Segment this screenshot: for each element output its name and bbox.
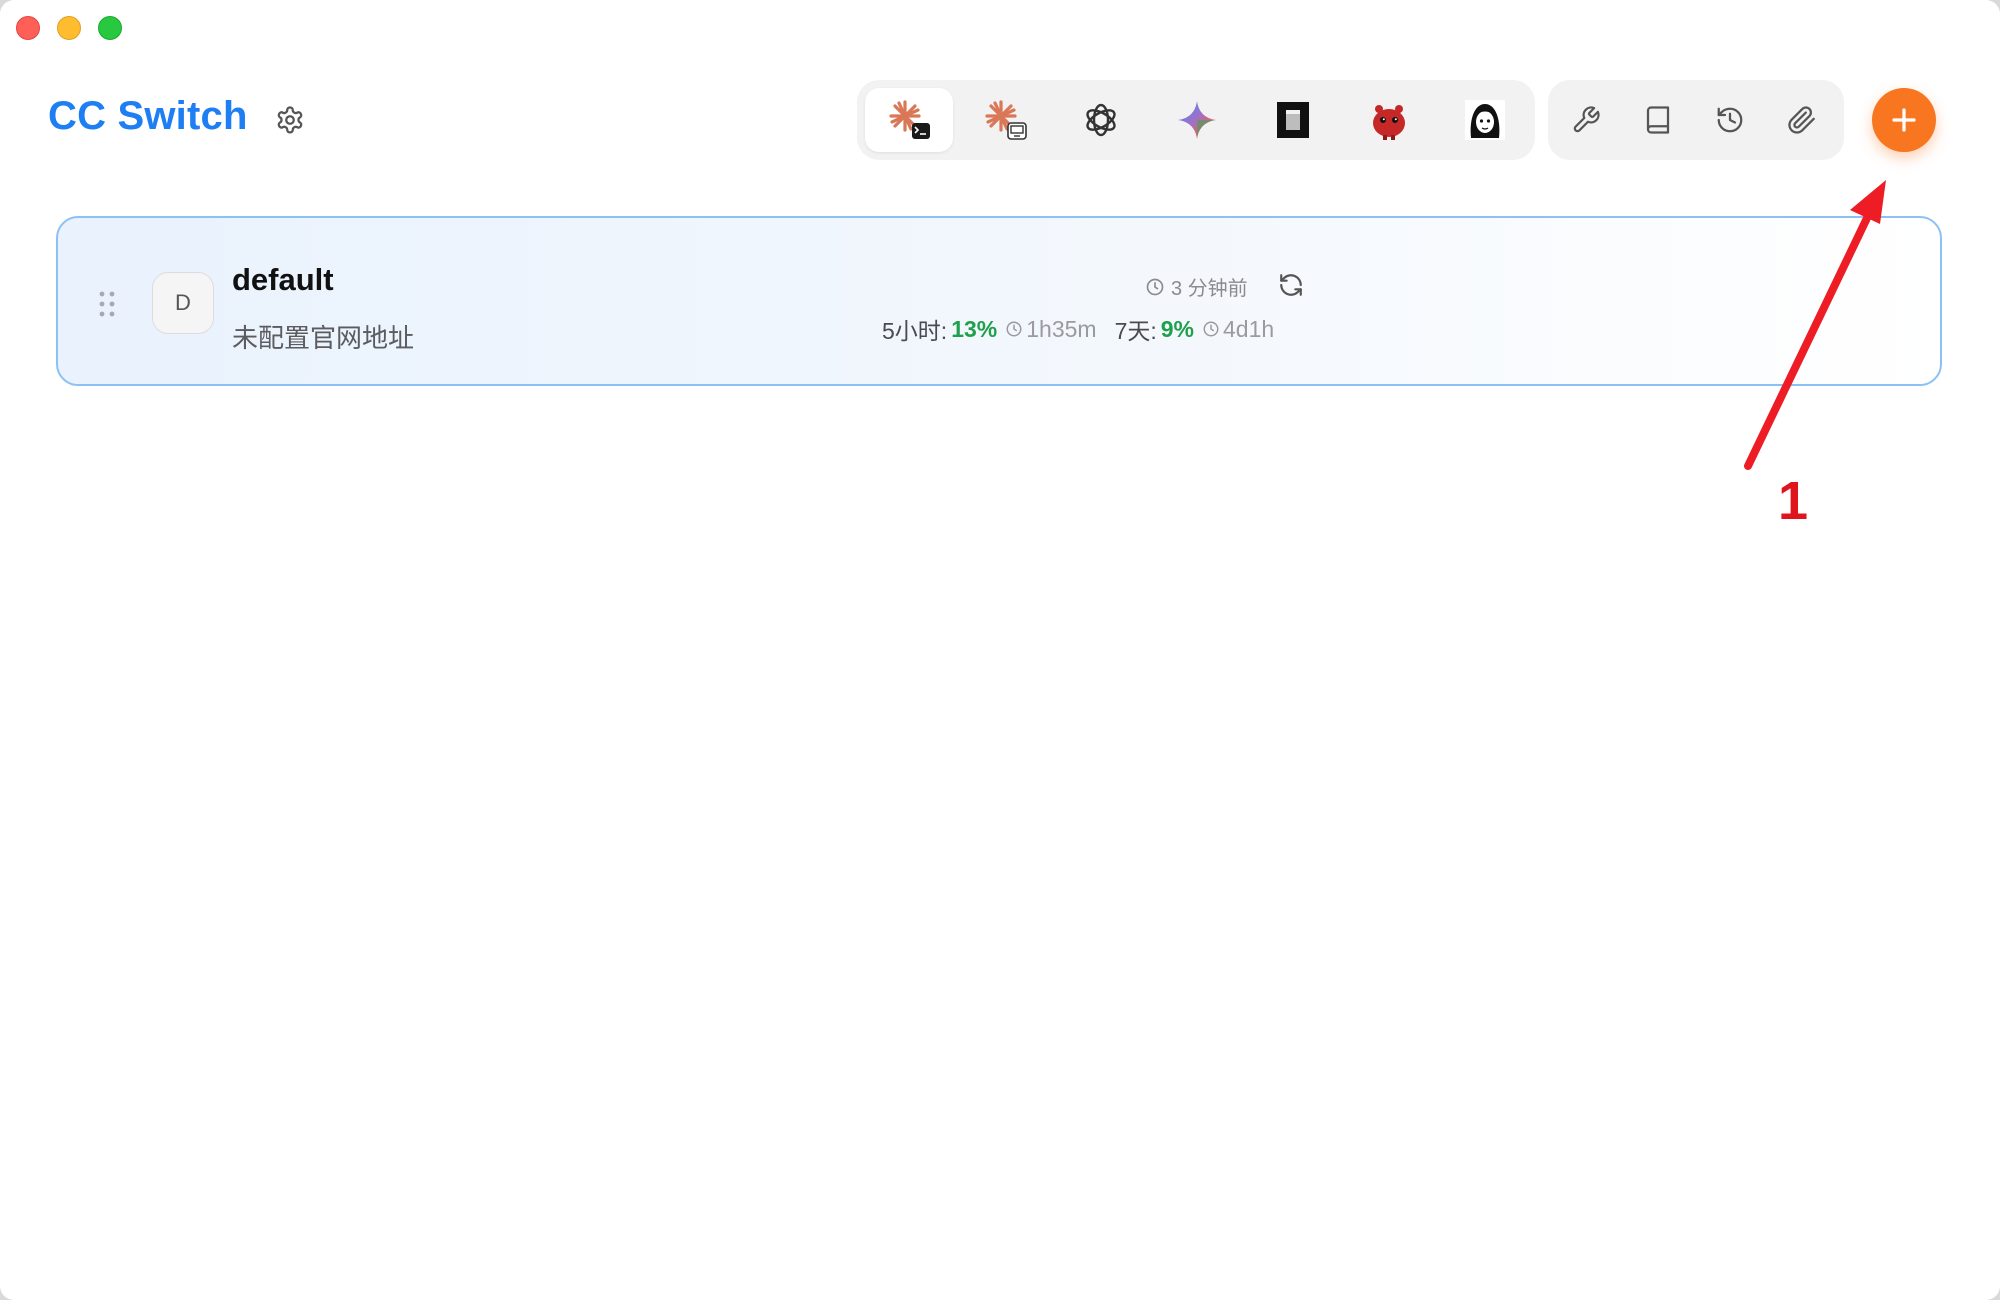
five-hour-percent: 13% [951,315,998,342]
avatar-girl-icon [1465,100,1505,140]
usage-summary: 5小时: 13% 1h35m 7天: 9% 4d1h [882,312,1274,346]
seven-day-reset: 4d1h [1202,316,1274,343]
five-hour-reset-text: 1h35m [1026,315,1097,342]
minimize-window-button[interactable] [57,16,81,40]
terminal-app-icon [1277,102,1309,138]
history-button[interactable] [1706,96,1754,144]
provider-website: 未配置官网地址 [232,323,415,353]
paperclip-icon [1788,106,1815,134]
provider-avatar: D [152,272,214,334]
app-tab-terminal[interactable] [1249,88,1337,152]
clock-icon [1203,321,1219,337]
claude-code-icon [889,100,930,139]
gemini-icon [1178,101,1216,139]
app-tab-openai[interactable] [1057,88,1145,152]
docs-button[interactable] [1634,96,1682,144]
openai-icon [1086,103,1116,137]
last-updated-text: 3 分钟前 [1171,278,1248,300]
close-window-button[interactable] [16,16,40,40]
last-updated: 3 分钟前 [1145,272,1248,301]
book-icon [1646,106,1670,134]
window-controls [16,16,122,40]
toolbar [1548,80,1844,160]
five-hour-label: 5小时: [882,318,948,344]
app-tab-avatar-girl[interactable] [1441,88,1529,152]
history-icon [1717,107,1743,133]
app-tab-gemini[interactable] [1153,88,1241,152]
refresh-icon [1280,274,1302,296]
annotation-arrow [1744,180,1886,470]
add-provider-button[interactable] [1872,88,1936,152]
claude-desktop-icon [985,100,1027,140]
seven-day-label: 7天: [1114,318,1157,344]
app-tab-claude-code[interactable] [865,88,953,152]
maximize-window-button[interactable] [98,16,122,40]
plus-icon [1892,108,1916,132]
red-bot-icon [1373,105,1405,140]
gear-icon [277,106,303,134]
seven-day-percent: 9% [1160,315,1194,342]
app-title: CC Switch [48,94,248,138]
app-tab-red-bot[interactable] [1345,88,1433,152]
attachments-button[interactable] [1778,96,1826,144]
app-tab-claude-desktop[interactable] [961,88,1049,152]
clock-icon [1006,321,1022,337]
app-window: CC Switch D default 未配置官网地址 3 分钟前 5小时: 1… [0,0,2000,1300]
provider-card[interactable]: D default 未配置官网地址 3 分钟前 5小时: 13% 1h35m 7… [56,216,1942,386]
provider-name: default [232,262,334,297]
settings-button[interactable] [272,102,308,138]
wrench-icon [1573,106,1600,133]
drag-handle-icon[interactable] [98,290,116,318]
tools-button[interactable] [1562,96,1610,144]
annotation-label: 1 [1778,471,1809,531]
app-switcher [857,80,1535,160]
seven-day-reset-text: 4d1h [1223,315,1275,342]
clock-icon [1146,278,1164,295]
five-hour-reset: 1h35m [1005,315,1097,343]
refresh-usage-button[interactable] [1274,268,1308,302]
